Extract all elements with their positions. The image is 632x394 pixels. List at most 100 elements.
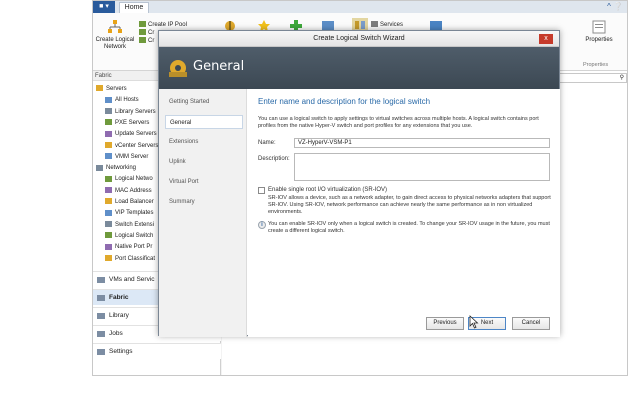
workspace-icon [97,349,105,355]
nav-tree-item[interactable]: Servers [96,85,127,93]
workspace-item[interactable]: Settings [93,343,221,359]
wizard-step-item[interactable]: Summary [165,195,243,209]
wizard-step-item[interactable]: Uplink [165,155,243,169]
nav-tree-item[interactable]: Switch Extensi [105,221,154,229]
nav-tree-item-label: Port Classificat [115,255,156,262]
nav-tree-item[interactable]: Library Servers [105,108,156,116]
workspace-icon [97,331,105,337]
nav-tree-item-label: Update Servers [115,131,157,138]
workspace-label: Jobs [109,330,123,337]
nav-tree-item[interactable]: Native Port Pr [105,243,152,251]
services-label: Services [380,22,404,28]
workspace-label: Fabric [109,294,129,301]
wizard-step-item[interactable]: Virtual Port [165,175,243,189]
ribbon-cut-button-2[interactable]: Cr [139,37,154,45]
sriov-label[interactable]: Enable single root I/O virtualization (S… [268,187,387,193]
workspace-label: Library [109,312,129,319]
node-icon [105,175,112,182]
name-input[interactable]: VZ-HyperV-VSM-P1 [294,138,550,148]
wizard-step-item[interactable]: General [165,115,243,129]
previous-button[interactable]: Previous [426,317,464,330]
nav-tree-item-label: Logical Netwo [115,176,153,183]
workspace-label: Settings [109,348,133,355]
node-icon [105,232,112,239]
node-icon [105,141,112,148]
nav-tree-item[interactable]: All Hosts [105,96,139,104]
wizard-content: Enter name and description for the logic… [248,89,560,337]
nav-tree-item-label: VIP Templates [115,210,154,217]
wizard-step-item[interactable]: Extensions [165,135,243,149]
node-icon [105,243,112,250]
help-icon[interactable]: ^ ❔ [607,2,623,11]
wizard-header: General [159,47,559,89]
nav-tree-item[interactable]: vCenter Servers [105,141,159,150]
nav-tree-item[interactable]: MAC Address [105,187,152,195]
nav-tree-item-label: Networking [106,165,137,172]
create-ip-pool-label: Create IP Pool [148,22,187,28]
wizard-title: Create Logical Switch Wizard [313,35,405,42]
create-logical-switch-wizard: Create Logical Switch Wizard x General G… [158,30,560,337]
info-icon: i [258,221,266,229]
wizard-titlebar: Create Logical Switch Wizard x [159,31,559,47]
workspace-icon [97,277,105,283]
create-logical-network-label: Create Logical Network [95,37,135,50]
sriov-checkbox[interactable] [258,187,265,194]
workspace-label: VMs and Servic [109,276,155,283]
wizard-button-bar: Previous Next Cancel [248,315,560,337]
properties-button[interactable]: Properties [577,19,621,44]
ribbon-cut-button-1[interactable]: Cr [139,29,154,37]
name-label: Name: [258,140,276,146]
nav-tree-item[interactable]: Update Servers [105,130,157,138]
services-button[interactable]: Services [371,21,403,29]
wizard-step-item[interactable]: Getting Started [165,95,243,109]
nav-tree-item[interactable]: PXE Servers [105,119,149,127]
nav-tree-item-label: MAC Address [115,187,152,194]
nav-tree-item[interactable]: Port Classificat [105,254,156,263]
ribbon-small-icon [139,37,146,44]
properties-icon [592,20,606,34]
nav-tree-item-label: Logical Switch [115,232,154,239]
node-icon [105,153,112,160]
close-button[interactable]: x [539,34,553,44]
nav-tree-item[interactable]: VMM Server [105,153,148,161]
cancel-button[interactable]: Cancel [512,317,550,330]
description-input[interactable] [294,153,550,181]
nav-tree-item[interactable]: Networking [96,164,136,172]
ip-pool-icon [139,21,146,28]
create-logical-network-button[interactable]: Create Logical Network [95,19,135,51]
nav-tree-item-label: Library Servers [115,108,156,115]
nav-tree-item-label: Native Port Pr [115,244,153,251]
nav-tree-item-label: Servers [106,86,127,92]
services-small-icon [371,21,378,28]
file-menu-button[interactable]: ■ ▾ [93,1,115,13]
nav-tree-item-label: PXE Servers [115,119,150,126]
node-icon [105,108,112,115]
network-icon [108,20,122,33]
nav-tree-item-label: vCenter Servers [115,142,159,149]
workspace-icon [97,313,105,319]
tab-home[interactable]: Home [119,2,149,13]
close-icon: x [544,35,548,42]
nav-tree-item[interactable]: Logical Switch [105,232,153,240]
info-text: You can enable SR-IOV only when a logica… [268,221,550,234]
nav-tree-item[interactable]: Logical Netwo [105,175,153,183]
folder-icon [96,164,103,171]
ribbon-cut-label-1: Cr [148,30,155,36]
ribbon-small-icon [139,29,146,36]
folder-icon [96,85,103,92]
node-icon [105,198,112,205]
nav-tree-item[interactable]: Load Balancer [105,198,154,206]
node-icon [105,209,112,216]
properties-label: Properties [585,37,613,43]
content-description: You can use a logical switch to apply se… [258,116,539,129]
properties-group-label: Properties [583,62,609,68]
nav-tree-item-label: Load Balancer [115,199,154,205]
nav-tree-item-label: Switch Extensi [115,221,155,228]
screen: ■ ▾ Home ^ ❔ Create Logical Network Crea… [0,0,632,394]
nav-tree-item-label: VMM Server [115,153,149,160]
node-icon [105,221,112,228]
node-icon [105,119,112,126]
create-ip-pool-button[interactable]: Create IP Pool [139,21,187,29]
wizard-gear-icon [169,60,187,77]
nav-tree-item[interactable]: VIP Templates [105,209,153,217]
